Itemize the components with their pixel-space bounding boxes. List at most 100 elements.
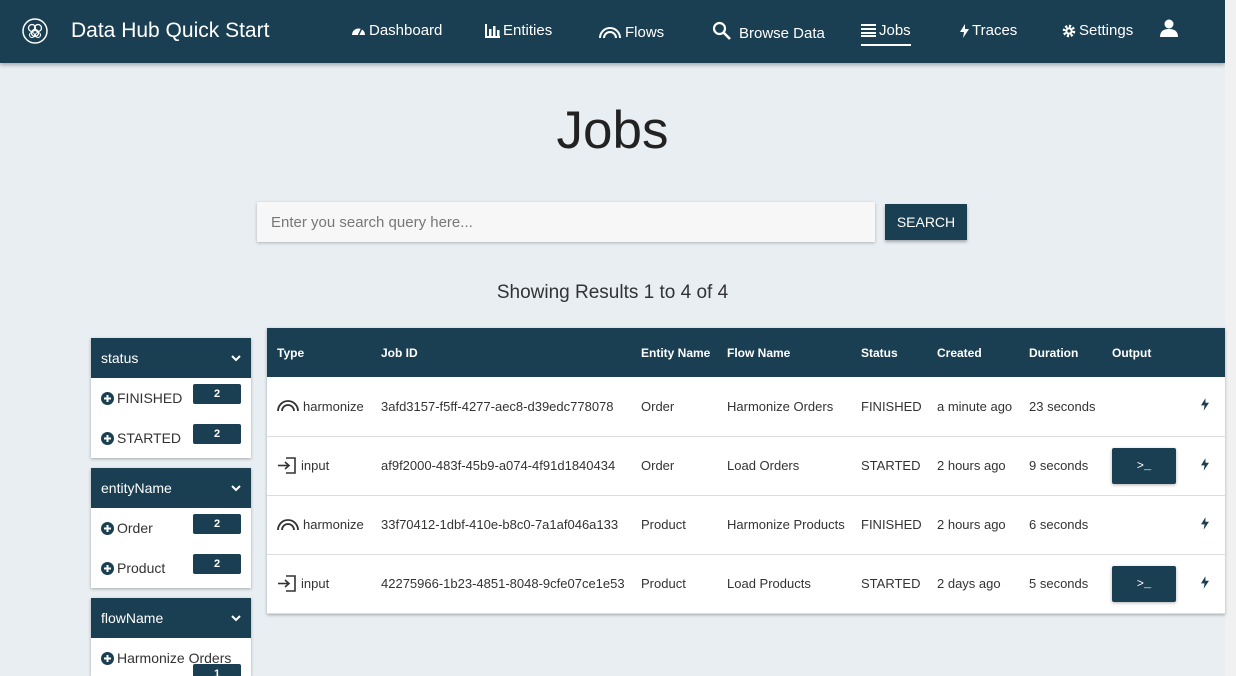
nav-jobs-label: Jobs xyxy=(879,22,911,39)
harmonize-icon xyxy=(277,518,299,530)
bolt-icon[interactable] xyxy=(1201,575,1209,589)
search-button[interactable]: SEARCH xyxy=(885,204,967,240)
job-duration: 9 seconds xyxy=(1019,436,1102,496)
job-status: FINISHED xyxy=(851,495,927,555)
table-row[interactable]: input 42275966-1b23-4851-8048-9cfe07ce1e… xyxy=(267,554,1225,614)
gear-icon xyxy=(1062,24,1076,37)
dashboard-icon xyxy=(352,28,365,36)
nav-traces-label: Traces xyxy=(972,22,1018,39)
bolt-icon[interactable] xyxy=(1201,398,1209,411)
job-duration: 23 seconds xyxy=(1019,377,1102,437)
facet-count-badge: 1 xyxy=(193,664,241,676)
chevron-down-icon xyxy=(231,354,241,361)
facet-item[interactable]: Product 2 xyxy=(91,548,251,588)
nav-traces[interactable]: Traces xyxy=(960,22,1017,39)
facet-item-label: FINISHED xyxy=(117,390,183,406)
facet-header[interactable]: entityName xyxy=(91,468,251,508)
facet-title: entityName xyxy=(101,480,172,496)
plus-circle-icon xyxy=(101,391,114,405)
job-duration: 6 seconds xyxy=(1019,495,1102,555)
chevron-down-icon xyxy=(231,614,241,621)
navbar: Data Hub Quick Start Dashboard Entities … xyxy=(0,0,1225,63)
table-row[interactable]: input af9f2000-483f-45b9-a074-4f91d18404… xyxy=(267,436,1225,496)
job-id[interactable]: 3afd3157-f5ff-4277-aec8-d39edc778078 xyxy=(371,377,631,437)
bolt-icon[interactable] xyxy=(1201,457,1209,471)
job-created: 2 days ago xyxy=(927,554,1019,614)
entity-name: Product xyxy=(631,495,717,555)
app-title[interactable]: Data Hub Quick Start xyxy=(71,19,269,43)
table-row[interactable]: harmonize 33f70412-1dbf-410e-b8c0-7a1af0… xyxy=(267,495,1225,555)
table-row[interactable]: harmonize 3afd3157-f5ff-4277-aec8-d39edc… xyxy=(267,377,1225,437)
output-cell xyxy=(1102,377,1191,437)
nav-settings[interactable]: Settings xyxy=(1062,22,1133,39)
column-header[interactable]: Output xyxy=(1102,328,1191,377)
plus-circle-icon xyxy=(101,651,114,665)
job-status: FINISHED xyxy=(851,377,927,437)
output-cell xyxy=(1102,495,1191,555)
facet-status: status FINISHED 2 STARTED 2 xyxy=(91,338,251,458)
nav-entities-label: Entities xyxy=(503,22,553,39)
column-header[interactable]: Job ID xyxy=(371,328,631,377)
job-id[interactable]: af9f2000-483f-45b9-a074-4f91d1840434 xyxy=(371,436,631,496)
job-id[interactable]: 42275966-1b23-4851-8048-9cfe07ce1e53 xyxy=(371,554,631,614)
nav-jobs[interactable]: Jobs xyxy=(861,22,911,46)
user-icon[interactable] xyxy=(1160,19,1178,37)
plus-circle-icon xyxy=(101,521,114,535)
job-type: harmonize xyxy=(303,517,364,532)
column-header[interactable]: Type xyxy=(267,328,371,377)
nav-dashboard-label: Dashboard xyxy=(369,22,443,39)
chevron-down-icon xyxy=(231,484,241,491)
facet-item[interactable]: FINISHED 2 xyxy=(91,378,251,418)
output-cell: >_ xyxy=(1102,436,1191,496)
bolt-icon[interactable] xyxy=(1201,516,1209,530)
facet-entity-name: entityName Order 2 Product 2 xyxy=(91,468,251,588)
facet-item[interactable]: Order 2 xyxy=(91,508,251,548)
input-icon xyxy=(278,457,296,474)
job-duration: 5 seconds xyxy=(1019,554,1102,614)
facet-item[interactable]: Harmonize Orders 1 xyxy=(91,638,251,676)
nav-flows[interactable]: Flows xyxy=(598,24,664,41)
flow-name: Load Orders xyxy=(717,436,851,496)
datahub-logo-icon[interactable] xyxy=(22,18,48,44)
harmonize-icon xyxy=(277,400,299,412)
job-type: harmonize xyxy=(303,398,364,414)
facet-item-label: Product xyxy=(117,560,166,576)
flow-name: Load Products xyxy=(717,554,851,614)
column-header[interactable]: Flow Name xyxy=(717,328,851,377)
page-scrollbar[interactable] xyxy=(1225,0,1236,676)
facet-header[interactable]: flowName xyxy=(91,598,251,638)
facet-title: status xyxy=(101,350,139,366)
job-created: 2 hours ago xyxy=(927,495,1019,555)
nav-entities[interactable]: Entities xyxy=(485,22,552,39)
facet-count-badge: 2 xyxy=(193,514,241,534)
column-header[interactable]: Entity Name xyxy=(631,328,717,377)
facet-header[interactable]: status xyxy=(91,338,251,378)
nav-settings-label: Settings xyxy=(1079,22,1134,39)
nav-browse-data-label: Browse Data xyxy=(739,25,825,42)
nav-browse-data[interactable]: Browse Data xyxy=(712,20,825,42)
view-output-button[interactable]: >_ xyxy=(1112,565,1176,602)
facet-item-label: STARTED xyxy=(117,430,182,446)
output-cell: >_ xyxy=(1102,554,1191,614)
search-icon xyxy=(712,21,731,40)
facet-item-label: Order xyxy=(117,520,153,536)
job-type: input xyxy=(301,458,330,473)
column-header[interactable]: Status xyxy=(851,328,927,377)
search-input[interactable] xyxy=(257,202,875,242)
nav-dashboard[interactable]: Dashboard xyxy=(351,22,442,39)
flow-name: Harmonize Products xyxy=(717,495,851,555)
job-id[interactable]: 33f70412-1dbf-410e-b8c0-7a1af046a133 xyxy=(371,495,631,555)
facet-item[interactable]: STARTED 2 xyxy=(91,418,251,458)
facet-count-badge: 2 xyxy=(193,384,241,404)
jobs-icon xyxy=(861,24,876,37)
flows-icon xyxy=(599,26,621,38)
nav-flows-label: Flows xyxy=(625,24,665,41)
job-status: STARTED xyxy=(851,436,927,496)
column-header-empty xyxy=(1191,328,1225,377)
entity-name: Product xyxy=(631,554,717,614)
entities-icon xyxy=(485,23,500,38)
job-created: 2 hours ago xyxy=(927,436,1019,496)
column-header[interactable]: Created xyxy=(927,328,1019,377)
view-output-button[interactable]: >_ xyxy=(1112,447,1176,484)
column-header[interactable]: Duration xyxy=(1019,328,1102,377)
